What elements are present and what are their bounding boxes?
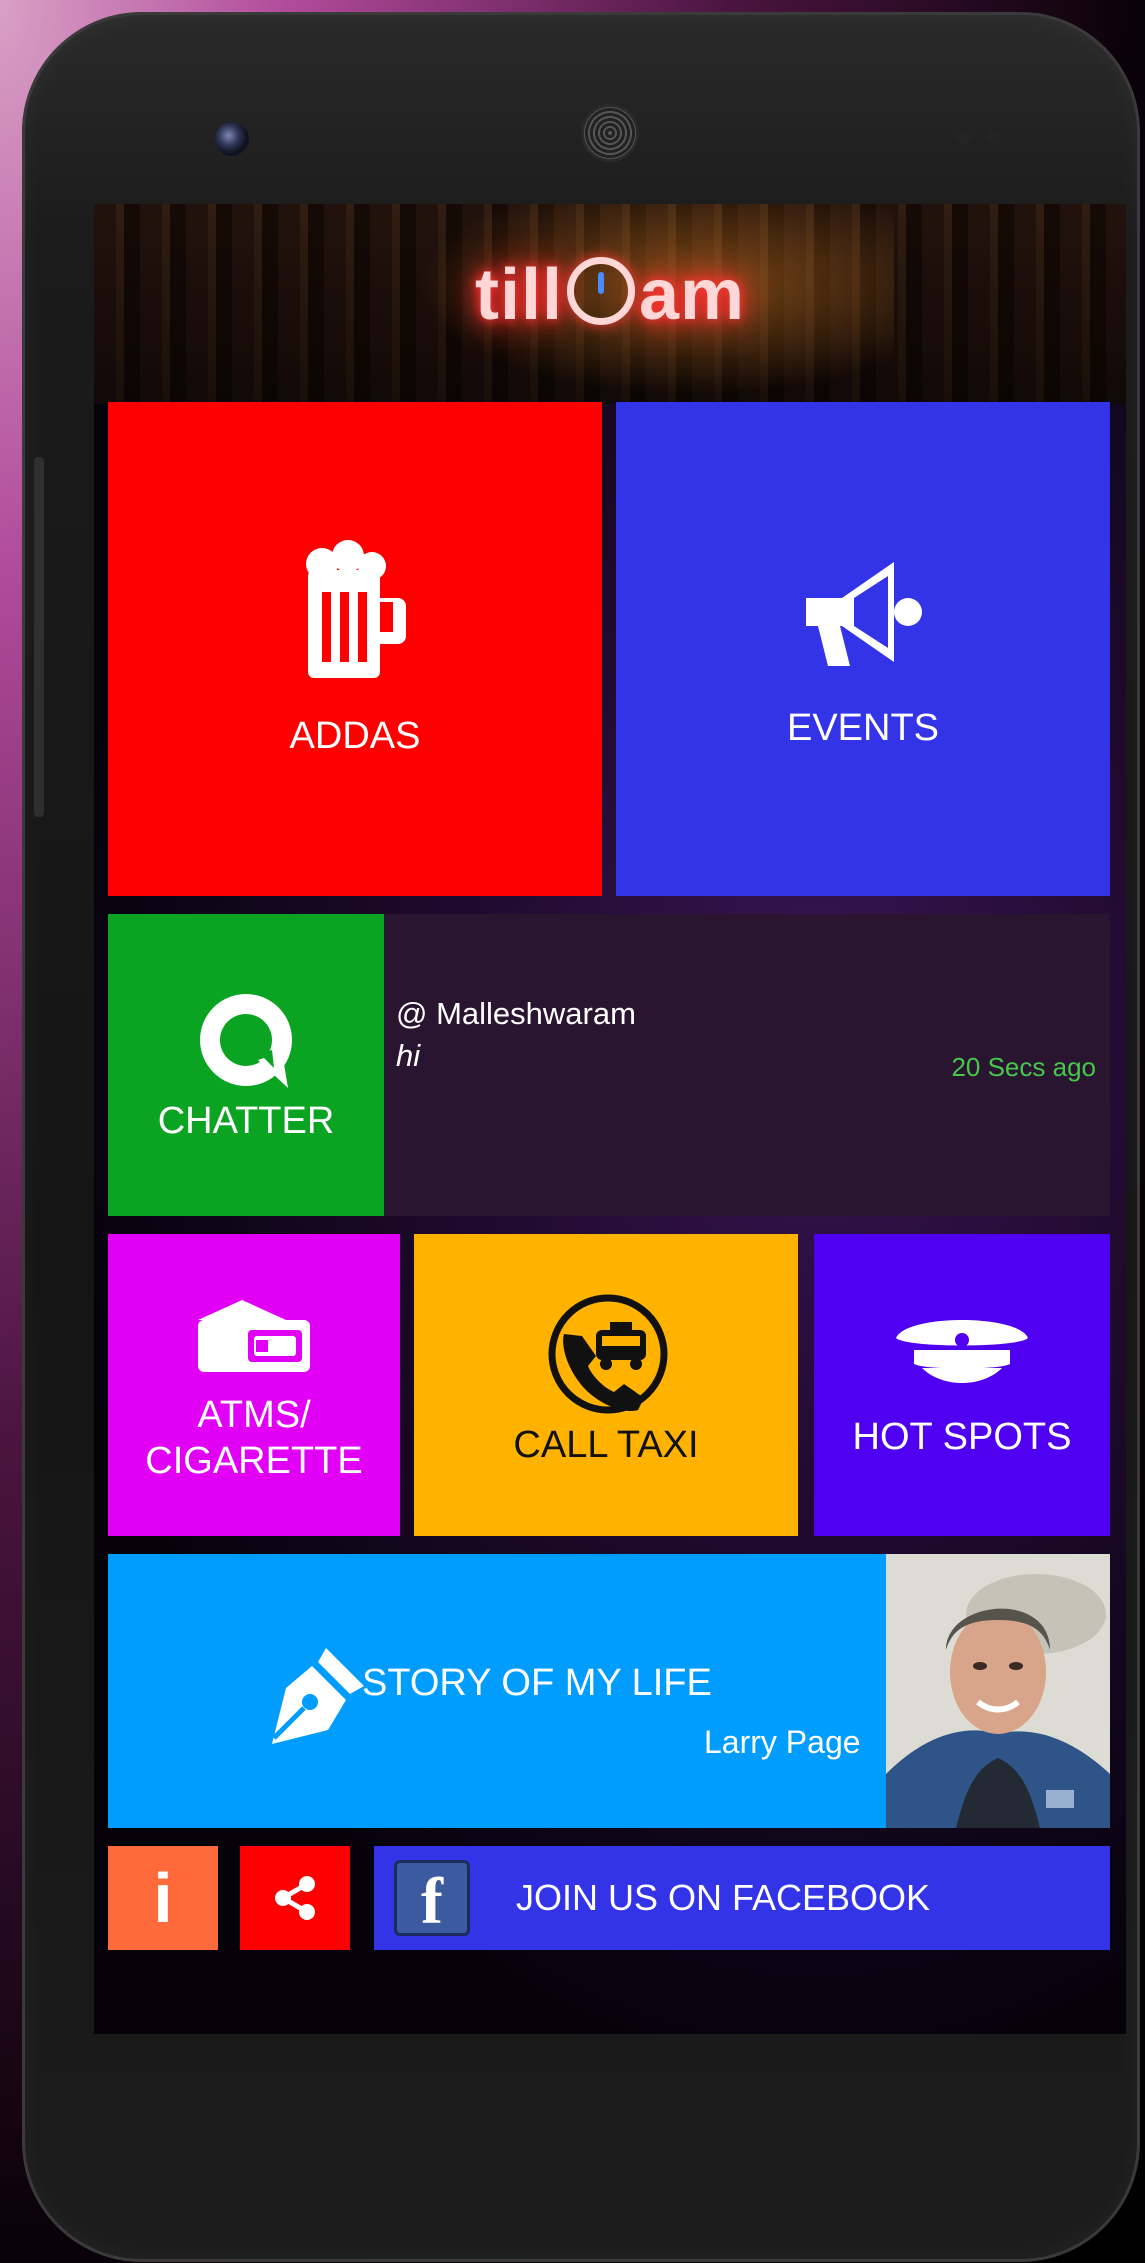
share-button[interactable] — [240, 1846, 350, 1950]
device-stage: till am ADDAS EVENTS CHATTER @ Malleshwa… — [0, 0, 1145, 2263]
tile-call-taxi-label: CALL TAXI — [513, 1424, 699, 1466]
earpiece-speaker — [584, 107, 636, 159]
beer-mug-icon — [306, 540, 406, 678]
tile-atms-label-line1: ATMS/ — [197, 1394, 311, 1436]
app-logo: till am — [94, 254, 1126, 336]
tile-events-label: EVENTS — [786, 707, 940, 749]
tile-addas[interactable]: ADDAS — [108, 402, 602, 896]
tile-story-label: STORY OF MY LIFE — [362, 1662, 712, 1704]
tile-addas-label: ADDAS — [289, 715, 421, 757]
chat-feed-location: @ Malleshwaram — [396, 996, 636, 1031]
phone-body: till am ADDAS EVENTS CHATTER @ Malleshwa… — [22, 12, 1140, 2262]
chat-feed-message: hi — [396, 1038, 421, 1073]
side-button — [34, 457, 44, 817]
app-screen: till am ADDAS EVENTS CHATTER @ Malleshwa… — [94, 204, 1126, 2034]
taxi-phone-icon — [548, 1294, 668, 1414]
info-button[interactable]: i — [108, 1846, 218, 1950]
light-sensor — [987, 130, 1001, 144]
wallet-card-icon — [198, 1300, 310, 1372]
tile-chatter[interactable]: CHATTER — [108, 914, 384, 1216]
logo-text-left: till — [474, 255, 563, 335]
app-header: till am — [94, 204, 1126, 404]
tile-chatter-label: CHATTER — [157, 1100, 335, 1142]
logo-text-right: am — [638, 255, 746, 335]
tile-story-of-my-life[interactable]: STORY OF MY LIFE Larry Page — [108, 1554, 1110, 1828]
info-icon: i — [153, 1859, 173, 1937]
tile-events[interactable]: EVENTS — [616, 402, 1110, 896]
tile-atms-cigarette[interactable]: ATMS/ CIGARETTE — [108, 1234, 400, 1536]
share-icon — [275, 1876, 315, 1920]
front-camera — [215, 122, 249, 156]
author-portrait-image — [886, 1554, 1110, 1828]
tile-story-author: Larry Page — [704, 1724, 861, 1760]
tile-hot-spots[interactable]: HOT SPOTS — [814, 1234, 1110, 1536]
join-facebook-label: JOIN US ON FACEBOOK — [516, 1877, 931, 1918]
join-facebook-button[interactable]: f JOIN US ON FACEBOOK — [374, 1846, 1110, 1950]
chat-bubble-icon — [200, 994, 292, 1088]
tile-atms-label-line2: CIGARETTE — [145, 1440, 363, 1482]
proximity-sensor — [957, 130, 971, 144]
chat-feed-panel[interactable]: @ Malleshwaram hi 20 Secs ago — [384, 914, 1110, 1216]
clock-icon — [566, 257, 635, 325]
facebook-icon: f — [394, 1860, 470, 1938]
tile-atms-label: ATMS/ CIGARETTE — [108, 1392, 400, 1484]
author-photo — [886, 1554, 1110, 1828]
chat-feed-timestamp: 20 Secs ago — [951, 1052, 1096, 1082]
police-cap-icon — [896, 1320, 1028, 1383]
tile-call-taxi[interactable]: CALL TAXI — [414, 1234, 798, 1536]
megaphone-icon — [806, 562, 922, 666]
pen-nib-icon — [272, 1648, 364, 1744]
tile-hot-spots-label: HOT SPOTS — [852, 1416, 1072, 1458]
